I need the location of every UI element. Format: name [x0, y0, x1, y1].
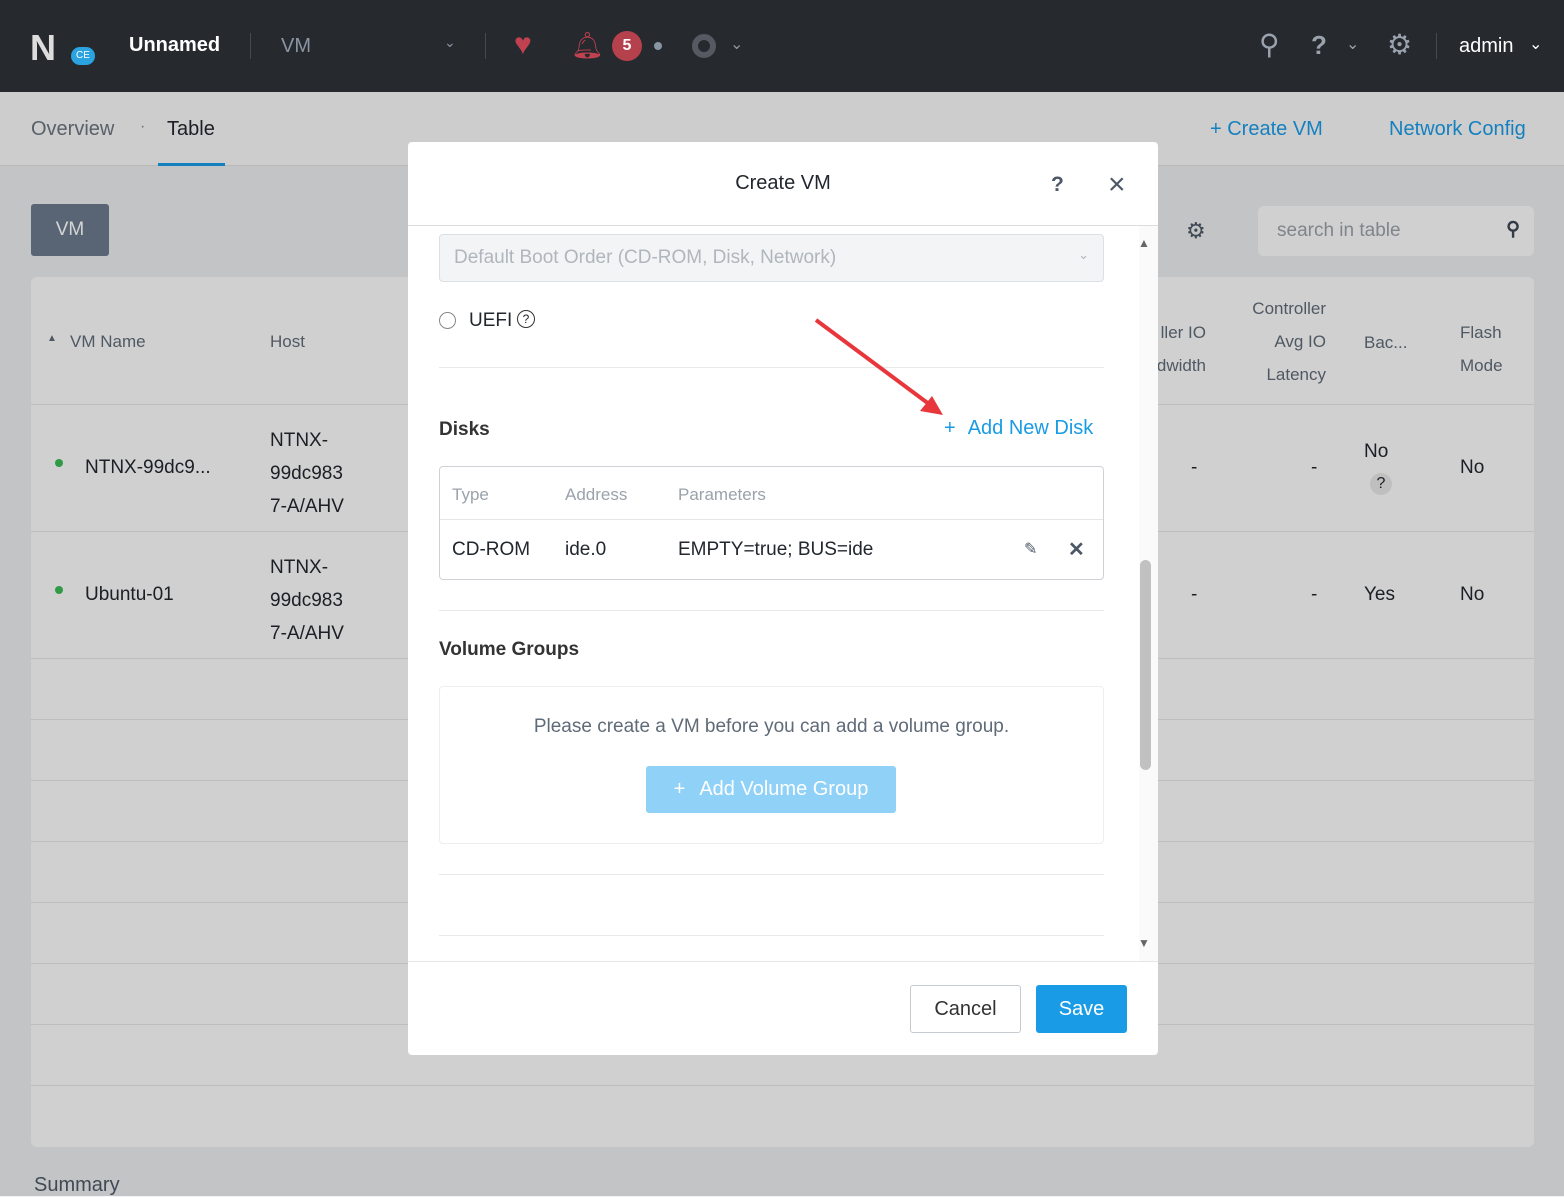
disk-parameters: EMPTY=true; BUS=ide	[678, 539, 874, 560]
save-button[interactable]: Save	[1036, 985, 1127, 1033]
chevron-down-icon[interactable]: ⌄	[1346, 34, 1359, 54]
top-navbar: N CE Unnamed VM ⌄ ♥ 🔔︎ 5 ⌄ ⚲ ? ⌄ ⚙ admin …	[0, 0, 1564, 92]
volume-groups-box	[439, 686, 1104, 844]
help-circle-icon[interactable]: ?	[517, 310, 535, 328]
edit-pencil-icon[interactable]: ✎	[1024, 539, 1037, 559]
column-header-address: Address	[565, 485, 628, 504]
help-icon[interactable]: ?	[1051, 173, 1064, 197]
disk-address: ide.0	[565, 539, 607, 560]
cluster-name[interactable]: Unnamed	[129, 34, 220, 57]
search-icon[interactable]: ⚲	[1259, 28, 1280, 61]
scroll-down-icon[interactable]: ▼	[1138, 936, 1150, 950]
user-menu[interactable]: admin	[1459, 35, 1513, 58]
uefi-radio[interactable]	[439, 312, 456, 329]
dialog-header: Create VM ? ×	[408, 142, 1158, 226]
scroll-up-icon[interactable]: ▲	[1138, 236, 1150, 250]
disks-table: Type Address Parameters CD-ROM ide.0 EMP…	[439, 466, 1104, 580]
add-volume-group-button[interactable]: + Add Volume Group	[646, 766, 896, 813]
bell-icon[interactable]: 🔔︎	[571, 30, 604, 61]
help-icon[interactable]: ?	[1311, 30, 1327, 61]
column-header-type: Type	[452, 485, 489, 504]
disks-heading: Disks	[439, 419, 490, 440]
volume-groups-heading: Volume Groups	[439, 639, 580, 660]
gear-icon[interactable]: ⚙	[1387, 28, 1412, 61]
chevron-down-icon[interactable]: ⌄	[730, 34, 743, 54]
uefi-label: UEFI	[469, 310, 513, 331]
boot-order-select[interactable]: Default Boot Order (CD-ROM, Disk, Networ…	[439, 234, 1104, 282]
cancel-button[interactable]: Cancel	[910, 985, 1021, 1033]
dialog-title: Create VM	[735, 172, 831, 194]
status-dot-icon	[654, 42, 662, 50]
scrollbar-thumb[interactable]	[1140, 560, 1151, 770]
column-header-parameters: Parameters	[678, 485, 766, 504]
create-vm-dialog: Create VM ? × Default Boot Order (CD-ROM…	[408, 142, 1158, 1055]
chevron-down-icon[interactable]: ⌄	[1529, 34, 1542, 54]
delete-x-icon[interactable]: ✕	[1068, 537, 1085, 562]
add-new-disk-link[interactable]: + Add New Disk	[944, 417, 1093, 440]
plus-icon: +	[673, 778, 686, 800]
section-dropdown[interactable]: VM	[281, 35, 311, 58]
close-icon[interactable]: ×	[1108, 168, 1126, 202]
volume-group-message: Please create a VM before you can add a …	[533, 716, 1010, 737]
disk-type: CD-ROM	[452, 539, 531, 560]
chevron-down-icon[interactable]: ⌄	[444, 34, 456, 51]
health-heart-icon[interactable]: ♥	[514, 28, 532, 62]
chevron-down-icon: ⌄	[1078, 247, 1089, 262]
annotation-arrow	[814, 318, 943, 415]
tasks-circle-icon[interactable]	[692, 34, 716, 58]
dialog-footer: Cancel Save	[408, 961, 1158, 1055]
nutanix-logo[interactable]: N CE	[30, 30, 100, 67]
alert-count-badge[interactable]: 5	[612, 31, 642, 61]
